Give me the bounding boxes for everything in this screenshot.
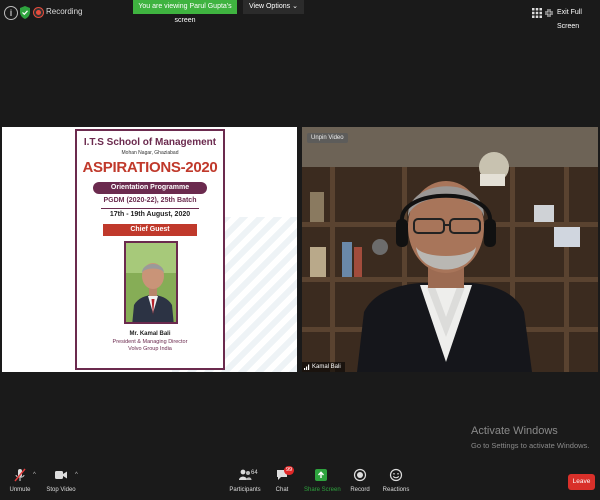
share-screen-button[interactable]: Share Screen [304, 462, 341, 500]
shared-screen-tile[interactable]: I.T.S School of Management Mohan Nagar, … [2, 127, 297, 372]
video-camera-icon [55, 471, 67, 479]
zoom-meeting-window: i Recording You are viewing Parul Gupta'… [0, 0, 600, 500]
exit-fullscreen-button[interactable]: Exit Full Screen [545, 6, 600, 30]
exit-fullscreen-label: Exit Full Screen [557, 9, 582, 30]
chat-label: Chat [275, 487, 289, 493]
poster-divider [101, 208, 199, 209]
unmute-button[interactable]: Unmute [2, 462, 38, 500]
record-label: Record [350, 487, 370, 493]
poster-guest-org: Volvo Group India [128, 346, 172, 352]
speaker-video-feed [302, 127, 598, 372]
poster-title: ASPIRATIONS-2020 [82, 159, 218, 176]
poster-school-name: I.T.S School of Management [83, 137, 217, 148]
poster-guest-heading: Chief Guest [103, 224, 197, 236]
event-poster: I.T.S School of Management Mohan Nagar, … [75, 129, 225, 370]
recording-label: Recording [46, 7, 83, 16]
poster-dates: 17th - 19th August, 2020 [109, 211, 191, 218]
signal-strength-icon [304, 364, 310, 370]
audio-options-chevron-icon[interactable]: ^ [33, 472, 36, 478]
participant-name-tag: Kamal Bali [302, 362, 345, 372]
share-screen-icon [315, 469, 327, 481]
chat-unread-badge: 99 [284, 466, 295, 475]
poster-location: Mohan Nagar, Ghaziabad [121, 150, 179, 156]
view-options-label: View Options [249, 3, 291, 10]
stop-video-label: Stop Video [46, 487, 76, 493]
record-icon [353, 468, 367, 482]
guest-photo [124, 241, 178, 324]
poster-programme: Orientation Programme [93, 182, 207, 194]
exit-fullscreen-icon [545, 9, 553, 17]
chevron-down-icon: ⌄ [292, 3, 298, 10]
record-button[interactable]: Record [348, 462, 372, 500]
activate-windows-subtitle: Go to Settings to activate Windows. [471, 441, 590, 450]
gallery-grid-icon[interactable] [532, 8, 542, 18]
participants-count: 64 [251, 470, 258, 476]
muted-microphone-icon [14, 468, 26, 482]
stop-video-button[interactable]: Stop Video [44, 462, 78, 500]
speaker-video-tile[interactable]: Unpin Video Kamal Bali [302, 127, 598, 372]
participants-button[interactable]: 64 Participants [228, 462, 262, 500]
reactions-label: Reactions [382, 487, 410, 493]
info-icon[interactable]: i [4, 6, 18, 20]
activate-windows-title: Activate Windows [471, 425, 558, 437]
poster-guest-name: Mr. Kamal Bali [129, 331, 171, 337]
leave-button[interactable]: Leave [568, 474, 595, 490]
smiley-face-icon [389, 468, 403, 482]
poster-guest-role: President & Managing Director [112, 339, 188, 345]
recording-dot-icon [34, 8, 43, 17]
shield-icon[interactable] [20, 6, 30, 19]
participants-label: Participants [229, 487, 261, 493]
top-bar: i Recording You are viewing Parul Gupta'… [0, 0, 600, 30]
viewing-screen-banner: You are viewing Parul Gupta's screen [133, 0, 237, 24]
unmute-label: Unmute [9, 487, 31, 493]
reactions-button[interactable]: Reactions [382, 462, 410, 500]
participant-name: Kamal Bali [312, 364, 341, 370]
participants-icon [239, 469, 252, 480]
meeting-toolbar: Unmute ^ Stop Video ^ 64 Participants 99… [0, 462, 600, 500]
view-options-button[interactable]: View Options ⌄ [243, 0, 304, 14]
chat-button[interactable]: 99 Chat [270, 462, 295, 500]
share-screen-label: Share Screen [304, 487, 341, 493]
video-options-chevron-icon[interactable]: ^ [75, 472, 78, 478]
unpin-video-button[interactable]: Unpin Video [307, 133, 348, 143]
poster-batch: PGDM (2020-22), 25th Batch [103, 197, 197, 204]
